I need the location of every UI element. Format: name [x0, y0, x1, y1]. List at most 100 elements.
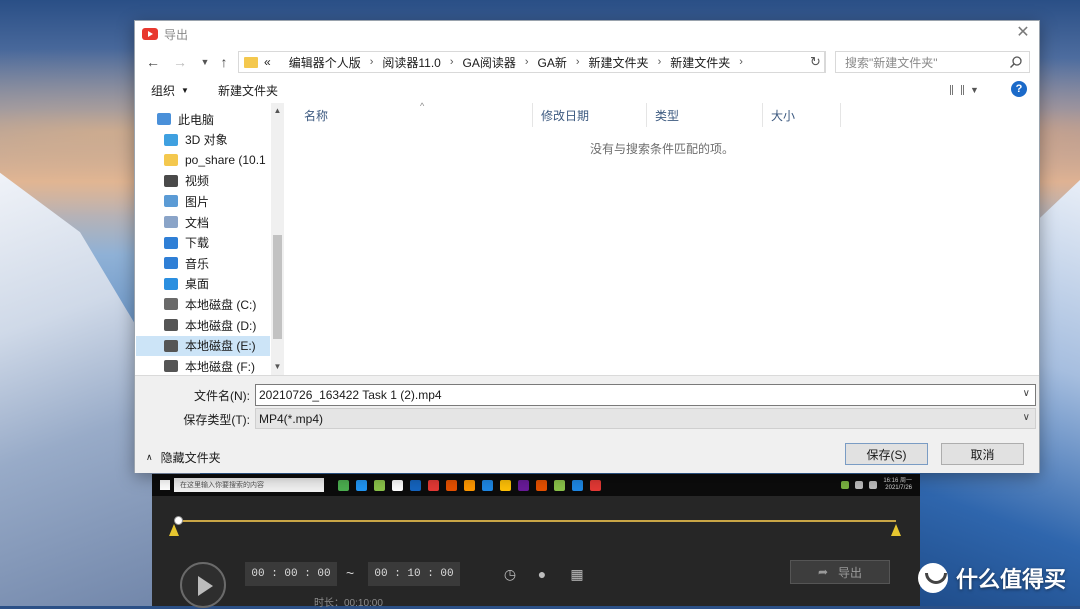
nav-item[interactable]: 文档: [136, 212, 270, 232]
watermark-drop-icon[interactable]: ●: [534, 566, 550, 582]
nav-item[interactable]: 下载: [136, 233, 270, 253]
search-icon: [1010, 56, 1022, 68]
nav-item[interactable]: 3D 对象: [136, 130, 270, 150]
column-header-modified[interactable]: 修改日期: [533, 103, 647, 127]
nav-item-label: 视频: [185, 174, 210, 189]
chevron-down-icon[interactable]: ∨: [1023, 388, 1030, 399]
recent-locations-chevron-icon[interactable]: ▼: [197, 53, 213, 71]
cancel-button[interactable]: 取消: [941, 443, 1024, 465]
taskbar-app-icon: [338, 479, 349, 491]
column-header-label: 大小: [771, 108, 796, 123]
refresh-icon[interactable]: ↻: [806, 51, 826, 73]
filetype-label: 保存类型(T):: [183, 413, 250, 427]
save-options-area: 文件名(N): 20210726_163422 Task 1 (2).mp4 ∨…: [135, 375, 1039, 473]
export-save-dialog: 导出 ✕ ← → ▼ ↑ « 编辑器个人版 › 阅读器11.0 › GA阅读器 …: [134, 20, 1040, 473]
breadcrumb-separator-icon[interactable]: ›: [739, 56, 743, 68]
breadcrumb-separator-icon[interactable]: ›: [576, 56, 580, 68]
organize-menu-button[interactable]: 组织 ▼: [151, 82, 189, 99]
trim-end-marker[interactable]: [891, 524, 901, 536]
empty-folder-message: 没有与搜索条件匹配的项。: [589, 142, 734, 156]
close-icon[interactable]: ✕: [1015, 25, 1031, 41]
column-header-size[interactable]: 大小: [763, 103, 841, 127]
scroll-down-chevron-icon[interactable]: ▼: [271, 361, 284, 373]
nav-item-label: 桌面: [185, 277, 210, 292]
breadcrumb-item[interactable]: 阅读器11.0: [382, 54, 440, 71]
column-header-type[interactable]: 类型: [647, 103, 763, 127]
nav-item[interactable]: po_share (10.1: [136, 150, 270, 170]
breadcrumb-separator-icon[interactable]: ›: [450, 56, 454, 68]
drive-icon: [164, 360, 178, 373]
film-icon[interactable]: ▦: [569, 566, 585, 582]
end-time-field[interactable]: 00 : 10 : 00: [368, 562, 460, 586]
cube-icon: [164, 133, 178, 146]
breadcrumb-item[interactable]: 新建文件夹: [589, 54, 649, 71]
taskbar-app-icon: [446, 479, 457, 491]
taskbar-clock: 16:16 周一 2021/7/26: [883, 478, 912, 492]
timeline-track[interactable]: [174, 516, 896, 525]
filetype-select[interactable]: MP4(*.mp4) ∨: [255, 408, 1036, 429]
column-header-name[interactable]: 名称 ^: [285, 101, 533, 127]
trim-start-marker[interactable]: [169, 524, 179, 536]
play-button[interactable]: [180, 562, 226, 608]
breadcrumb-item[interactable]: 新建文件夹: [670, 54, 730, 71]
nav-item[interactable]: 视频: [136, 171, 270, 191]
scrollbar-thumb[interactable]: [273, 235, 282, 339]
picture-icon: [164, 195, 178, 208]
breadcrumb-item[interactable]: GA阅读器: [463, 54, 516, 71]
nav-item[interactable]: 此电脑: [136, 109, 270, 129]
navigation-pane: ▲ ▼ 此电脑 3D 对象 po_share (10.1 视频图片 文档下载音乐桌面本地…: [136, 103, 284, 375]
navigation-scrollbar[interactable]: ▲ ▼: [271, 103, 284, 375]
nav-item-label: 下载: [185, 236, 210, 251]
taskbar-app-icon: [500, 479, 511, 491]
taskbar-clock-time: 16:16 周一: [883, 478, 912, 484]
dialog-title: 导出: [164, 27, 189, 42]
desktop-icon: [164, 277, 178, 290]
nav-item[interactable]: 本地磁盘 (D:): [136, 315, 270, 335]
search-placeholder: 搜索"新建文件夹": [845, 55, 938, 70]
nav-item[interactable]: 本地磁盘 (C:): [136, 294, 270, 314]
taskbar-app-icon: [374, 479, 385, 491]
save-button[interactable]: 保存(S): [845, 443, 928, 465]
nav-item-label: 本地磁盘 (D:): [185, 318, 257, 333]
nav-item[interactable]: 本地磁盘 (E:): [136, 335, 270, 356]
hide-folders-toggle[interactable]: ∧ 隐藏文件夹: [146, 449, 221, 466]
share-arrow-icon: ➦: [817, 565, 829, 579]
help-icon[interactable]: ?: [1011, 81, 1027, 97]
address-bar[interactable]: « 编辑器个人版 › 阅读器11.0 › GA阅读器 › GA新 › 新建文件夹…: [238, 51, 825, 73]
nav-item[interactable]: 音乐: [136, 253, 270, 273]
breadcrumb-separator-icon[interactable]: ›: [525, 56, 529, 68]
filename-field[interactable]: 20210726_163422 Task 1 (2).mp4 ∨: [255, 384, 1036, 406]
change-view-button[interactable]: ▼: [950, 82, 986, 98]
breadcrumb-overflow[interactable]: «: [264, 55, 271, 69]
new-folder-button[interactable]: 新建文件夹: [218, 82, 278, 99]
speed-icon[interactable]: ◷: [502, 566, 518, 582]
filename-value: 20210726_163422 Task 1 (2).mp4: [259, 388, 442, 402]
nav-item[interactable]: 本地磁盘 (F:): [136, 356, 270, 375]
watermark-logo-icon: [917, 563, 948, 593]
nav-item-label: 本地磁盘 (C:): [185, 297, 257, 312]
filename-label: 文件名(N):: [194, 389, 250, 403]
back-arrow-icon[interactable]: ←: [145, 53, 161, 71]
up-arrow-icon[interactable]: ↑: [216, 53, 232, 71]
duration-label: 时长：00:10:00: [314, 598, 383, 609]
tray-icon: [855, 481, 864, 489]
breadcrumb-separator-icon[interactable]: ›: [370, 56, 374, 68]
breadcrumb-separator-icon[interactable]: ›: [658, 56, 662, 68]
nav-item[interactable]: 桌面: [136, 274, 270, 294]
scroll-up-chevron-icon[interactable]: ▲: [271, 105, 284, 117]
start-time-field[interactable]: 00 : 00 : 00: [245, 562, 337, 586]
export-button[interactable]: ➦ 导出: [790, 560, 890, 584]
app-logo-icon: [142, 28, 158, 40]
screen-recorder-window: 在这里输入你要搜索的内容 16:16 周一 2021/7/26 00 : 00 …: [152, 474, 920, 609]
forward-arrow-icon[interactable]: →: [172, 53, 188, 71]
search-input[interactable]: 搜索"新建文件夹": [835, 51, 1030, 73]
taskbar-app-icon: [392, 479, 403, 491]
breadcrumb-item[interactable]: 编辑器个人版: [289, 54, 361, 71]
site-watermark: 什么值得买: [917, 562, 1066, 594]
taskbar-app-icon: [428, 479, 439, 491]
embedded-taskbar: 在这里输入你要搜索的内容 16:16 周一 2021/7/26: [152, 474, 920, 496]
nav-item[interactable]: 图片: [136, 191, 270, 211]
taskbar-app-icon: [518, 479, 529, 491]
filetype-value: MP4(*.mp4): [259, 411, 324, 426]
breadcrumb-item[interactable]: GA新: [538, 54, 567, 71]
